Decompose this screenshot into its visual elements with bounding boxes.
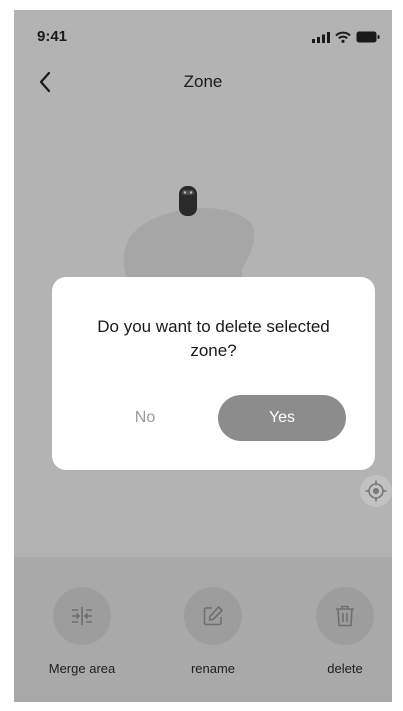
page-title: Zone [183, 72, 223, 91]
signal-icon [312, 31, 330, 43]
robot-icon [179, 186, 197, 216]
merge-area-label: Merge area [48, 661, 116, 676]
locate-icon [365, 480, 387, 502]
bottom-action-panel: Merge area rename delete [14, 557, 392, 702]
delete-circle [316, 587, 374, 645]
yes-button[interactable]: Yes [218, 395, 346, 441]
status-time: 9:41 [37, 28, 68, 45]
merge-area-circle [53, 587, 111, 645]
trash-icon [336, 605, 354, 627]
merge-area-button[interactable]: Merge area [32, 587, 132, 676]
delete-confirm-dialog: Do you want to delete selected zone? No … [52, 277, 375, 470]
wifi-icon [335, 31, 351, 43]
no-button[interactable]: No [101, 395, 189, 441]
dialog-message: Do you want to delete selected zone? [97, 317, 330, 360]
rename-circle [184, 587, 242, 645]
navigation-bar: Zone [14, 60, 392, 104]
status-bar: 9:41 [14, 10, 392, 50]
edit-icon [203, 606, 223, 626]
status-icons [312, 31, 380, 43]
battery-icon [356, 31, 380, 43]
rename-button[interactable]: rename [163, 587, 263, 676]
rename-label: rename [190, 661, 236, 676]
app-screen: 9:41 Zone Merge area rename delete Do yo… [14, 10, 392, 702]
locate-button[interactable] [360, 475, 392, 507]
delete-button[interactable]: delete [295, 587, 392, 676]
delete-label: delete [327, 661, 363, 676]
merge-icon [72, 607, 92, 625]
